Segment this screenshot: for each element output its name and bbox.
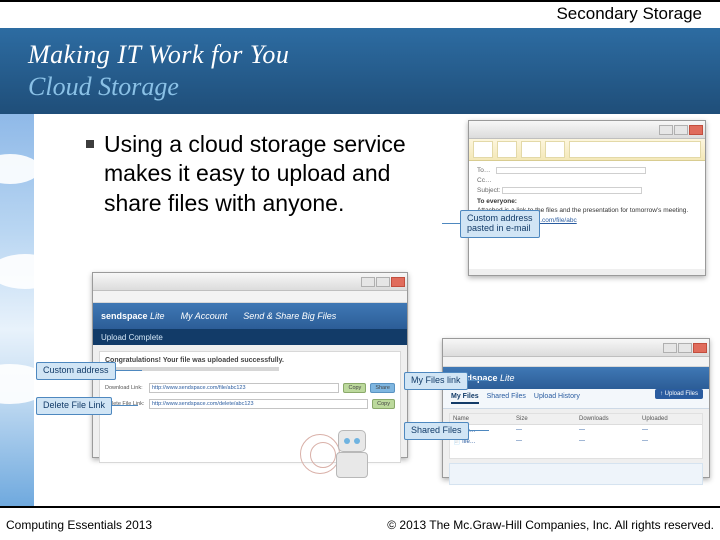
callout-custom-address: Custom address <box>36 362 142 380</box>
bullet-block: Using a cloud storage service makes it e… <box>86 130 446 218</box>
callout-shared-files: Shared Files <box>404 422 489 440</box>
callout-my-files-link: My Files link <box>404 372 488 390</box>
footer-left: Computing Essentials 2013 <box>6 518 152 532</box>
upload-pane: Congratulations! Your file was uploaded … <box>99 351 401 463</box>
sky-background-strip <box>0 114 34 506</box>
robot-mascot <box>328 424 378 484</box>
window-titlebar <box>443 339 709 357</box>
window-titlebar <box>469 121 705 139</box>
email-greeting: To everyone: <box>477 198 697 205</box>
callout-email-address: Custom address pasted in e-mail <box>442 210 540 238</box>
email-ribbon <box>469 139 705 161</box>
callout-label: Delete File Link <box>36 397 112 415</box>
screenshot-my-files: sendspace Lite My Files Shared Files Upl… <box>442 338 710 478</box>
footer-rule <box>0 506 720 508</box>
slide-body: Using a cloud storage service makes it e… <box>34 114 720 506</box>
slide: Secondary Storage Making IT Work for You… <box>0 0 720 540</box>
screenshot-email: To… Cc… Subject: To everyone: Attached i… <box>468 120 706 276</box>
callout-label: Custom address pasted in e-mail <box>460 210 540 238</box>
footer: Computing Essentials 2013 © 2013 The Mc.… <box>0 506 720 540</box>
brand-band: sendspace LiteMy AccountSend & Share Big… <box>93 303 407 329</box>
title-line-2: Cloud Storage <box>28 72 720 102</box>
bullet-text: Using a cloud storage service makes it e… <box>104 130 446 218</box>
footer-right: © 2013 The Mc.Graw-Hill Companies, Inc. … <box>387 518 714 532</box>
callout-label: My Files link <box>404 372 468 390</box>
window-titlebar <box>93 273 407 291</box>
bullet-marker <box>86 140 94 148</box>
callout-label: Custom address <box>36 362 116 380</box>
title-band: Making IT Work for You Cloud Storage <box>0 28 720 114</box>
chapter-label: Secondary Storage <box>556 4 702 24</box>
header: Secondary Storage Making IT Work for You… <box>0 0 720 116</box>
page-heading: Upload Complete <box>93 329 407 345</box>
callout-delete-file-link: Delete File Link <box>36 397 138 415</box>
callout-label: Shared Files <box>404 422 469 440</box>
title-line-1: Making IT Work for You <box>28 40 720 70</box>
upload-files-button: ↑ Upload Files <box>655 389 703 399</box>
header-rule <box>0 0 720 2</box>
